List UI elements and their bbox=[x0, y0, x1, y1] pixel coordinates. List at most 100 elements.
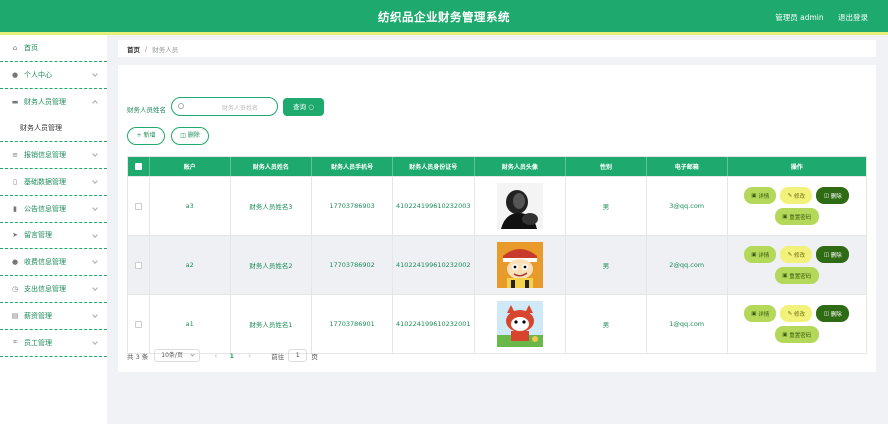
sidebar-item-finance-staff[interactable]: ▬ 财务人员管理 bbox=[0, 89, 107, 116]
query-button-label: 查询 bbox=[293, 103, 306, 111]
id-card-cell: 410224199610232001 bbox=[393, 295, 475, 353]
breadcrumb-home[interactable]: 首页 bbox=[127, 44, 140, 54]
detail-label: 详情 bbox=[758, 192, 769, 200]
sidebar-item-reimbursement[interactable]: ≡ 报销信息管理 bbox=[0, 142, 107, 169]
column-header: 财务人员头像 bbox=[475, 157, 567, 176]
email-cell: 1@qq.com bbox=[647, 295, 728, 353]
chevron-down-icon bbox=[92, 259, 98, 265]
sidebar-item-home[interactable]: ⌂ 首页 bbox=[0, 35, 107, 62]
list-icon: ≡ bbox=[10, 151, 20, 159]
logout-link[interactable]: 退出登录 bbox=[838, 13, 868, 22]
table-row: a1 财务人员姓名1 17703786901 41022419961023200… bbox=[128, 294, 866, 353]
sidebar-item-salary[interactable]: ▤ 薪资管理 bbox=[0, 303, 107, 330]
row-delete-button[interactable]: ◫ 删除 bbox=[816, 187, 849, 204]
operations-cell: ▣ 详情 ✎ 修改 ◫ 删除 ▣ 重置密码 bbox=[728, 177, 866, 235]
query-button[interactable]: 查询 ○ bbox=[283, 98, 324, 116]
next-page-icon[interactable]: › bbox=[248, 351, 251, 360]
breadcrumb-separator: / bbox=[145, 45, 147, 53]
trash-icon: ◫ bbox=[180, 132, 186, 139]
account-cell: a3 bbox=[150, 177, 231, 235]
sidebar-item-employees[interactable]: ⌗ 员工管理 bbox=[0, 330, 107, 357]
row-select-cell bbox=[128, 236, 150, 294]
row-select-cell bbox=[128, 177, 150, 235]
name-cell: 财务人员姓名2 bbox=[231, 236, 313, 294]
phone-icon: ▯ bbox=[10, 178, 20, 186]
detail-button[interactable]: ▣ 详情 bbox=[744, 246, 776, 263]
page-number[interactable]: 1 bbox=[229, 352, 234, 360]
page-size-value: 10条/页 bbox=[161, 352, 183, 359]
gender-cell: 男 bbox=[566, 295, 647, 353]
sidebar-subitem-finance-staff[interactable]: 财务人员管理 bbox=[0, 115, 107, 142]
edit-button[interactable]: ✎ 修改 bbox=[780, 305, 812, 322]
column-header: 电子邮箱 bbox=[647, 157, 728, 176]
add-button[interactable]: + 新增 bbox=[127, 127, 165, 145]
delete-button-label: 删除 bbox=[188, 132, 200, 139]
app-title: 纺织品企业财务管理系统 bbox=[0, 9, 888, 25]
detail-button[interactable]: ▣ 详情 bbox=[744, 305, 776, 322]
current-user: 管理员 admin bbox=[775, 13, 823, 22]
detail-icon: ▣ bbox=[751, 311, 758, 317]
reset-icon: ▣ bbox=[782, 214, 789, 220]
phone-cell: 17703786903 bbox=[312, 177, 393, 235]
sidebar-item-profile[interactable]: ● 个人中心 bbox=[0, 62, 107, 89]
search-icon bbox=[178, 103, 184, 109]
operations-cell: ▣ 详情 ✎ 修改 ◫ 删除 ▣ 重置密码 bbox=[728, 236, 866, 294]
prev-page-icon[interactable]: ‹ bbox=[214, 351, 217, 360]
user-area: 管理员 admin 退出登录 bbox=[763, 12, 868, 23]
header-accent-strip bbox=[0, 32, 888, 35]
sidebar-item-expenses[interactable]: ◷ 支出信息管理 bbox=[0, 276, 107, 303]
reset-label: 重置密码 bbox=[789, 213, 811, 221]
detail-label: 详情 bbox=[758, 251, 769, 259]
name-cell: 财务人员姓名3 bbox=[231, 177, 313, 235]
row-checkbox[interactable] bbox=[135, 321, 142, 328]
edit-label: 修改 bbox=[794, 310, 805, 318]
reset-password-button[interactable]: ▣ 重置密码 bbox=[775, 208, 819, 225]
sidebar-item-label: 收费信息管理 bbox=[24, 257, 66, 267]
sidebar-item-messages[interactable]: ➤ 留言管理 bbox=[0, 223, 107, 250]
sidebar-item-charges[interactable]: ● 收费信息管理 bbox=[0, 249, 107, 276]
detail-button[interactable]: ▣ 详情 bbox=[744, 187, 776, 204]
sidebar-item-label: 报销信息管理 bbox=[24, 150, 66, 160]
row-delete-button[interactable]: ◫ 删除 bbox=[816, 246, 849, 263]
avatar-cell bbox=[475, 295, 567, 353]
row-delete-button[interactable]: ◫ 删除 bbox=[816, 305, 849, 322]
id-card-cell: 410224199610232002 bbox=[393, 236, 475, 294]
detail-label: 详情 bbox=[758, 310, 769, 318]
chevron-down-icon bbox=[92, 151, 98, 157]
account-cell: a1 bbox=[150, 295, 231, 353]
edit-label: 修改 bbox=[794, 251, 805, 259]
avatar bbox=[497, 301, 543, 347]
id-card-cell: 410224199610232003 bbox=[393, 177, 475, 235]
gift-icon: ▤ bbox=[10, 312, 20, 320]
table-row: a3 财务人员姓名3 17703786903 41022419961023200… bbox=[128, 176, 866, 235]
home-icon: ⌂ bbox=[10, 44, 20, 52]
search-icon: ○ bbox=[308, 103, 314, 111]
select-all-checkbox[interactable] bbox=[135, 163, 142, 170]
sidebar-item-label: 基础数据管理 bbox=[24, 177, 66, 187]
crop-icon: ⌗ bbox=[10, 338, 20, 347]
message-icon: ▬ bbox=[10, 98, 20, 106]
search-input[interactable]: 财务人员姓名 bbox=[171, 97, 278, 116]
column-header: 财务人员身份证号 bbox=[393, 157, 475, 176]
edit-button[interactable]: ✎ 修改 bbox=[780, 246, 812, 263]
send-icon: ➤ bbox=[10, 231, 20, 239]
chevron-down-icon bbox=[92, 285, 98, 291]
sidebar-item-notices[interactable]: ▮ 公告信息管理 bbox=[0, 196, 107, 223]
reset-password-button[interactable]: ▣ 重置密码 bbox=[775, 326, 819, 343]
sidebar-item-label: 支出信息管理 bbox=[24, 284, 66, 294]
name-cell: 财务人员姓名1 bbox=[231, 295, 313, 353]
reset-password-button[interactable]: ▣ 重置密码 bbox=[775, 267, 819, 284]
chevron-down-icon bbox=[92, 71, 98, 77]
breadcrumb-current: 财务人员 bbox=[152, 44, 178, 54]
edit-button[interactable]: ✎ 修改 bbox=[780, 187, 812, 204]
pagination: 共 3 条 10条/页 ‹ 1 › 前往 1 页 bbox=[127, 349, 318, 362]
sidebar-item-label: 首页 bbox=[24, 43, 38, 53]
goto-unit: 页 bbox=[311, 351, 318, 361]
delete-button[interactable]: ◫ 删除 bbox=[171, 127, 209, 145]
row-checkbox[interactable] bbox=[135, 262, 142, 269]
goto-page-input[interactable]: 1 bbox=[288, 349, 307, 362]
page-size-select[interactable]: 10条/页 bbox=[154, 349, 200, 362]
sidebar: ⌂ 首页 ● 个人中心 ▬ 财务人员管理 财务人员管理 ≡ 报销信息管理 ▯ 基… bbox=[0, 35, 107, 424]
sidebar-item-basic-data[interactable]: ▯ 基础数据管理 bbox=[0, 169, 107, 196]
row-checkbox[interactable] bbox=[135, 203, 142, 210]
